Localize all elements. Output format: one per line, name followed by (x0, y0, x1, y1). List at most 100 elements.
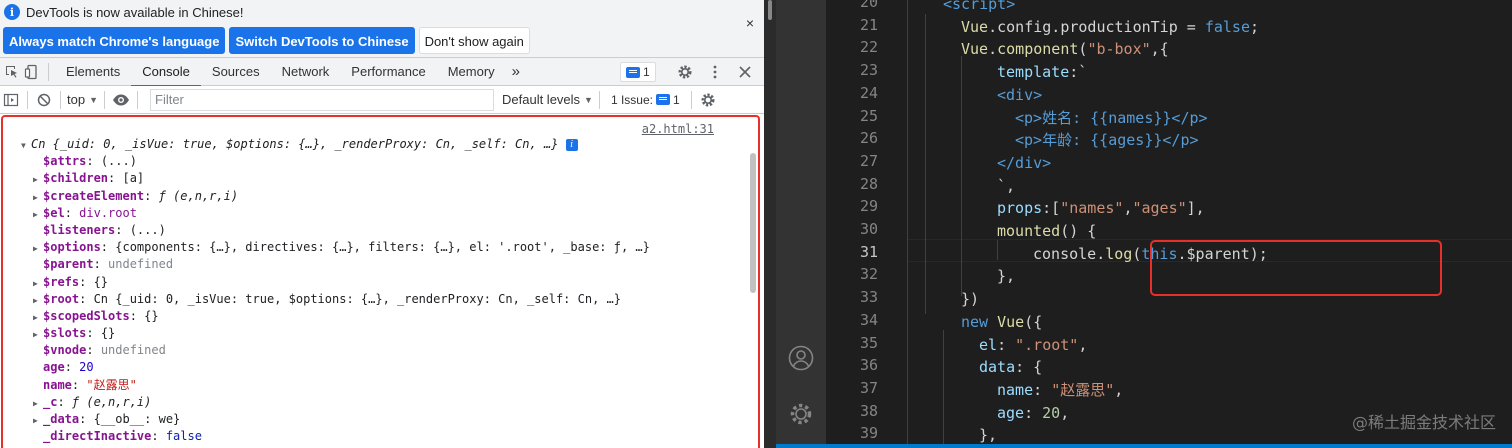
line-number: 25 (859, 106, 878, 125)
line-number: 39 (859, 424, 878, 443)
messages-badge[interactable]: 1 (620, 62, 656, 82)
code-line[interactable]: }, (997, 265, 1015, 288)
property-value: [a] (122, 171, 145, 186)
collapsed-triangle-icon[interactable]: ▶ (33, 292, 43, 309)
source-link[interactable]: a2.html:31 (642, 122, 714, 136)
gear-icon[interactable] (675, 62, 695, 82)
collapsed-triangle-icon[interactable]: ▶ (33, 395, 43, 412)
code-line[interactable]: console.log(this.$parent); (1033, 243, 1268, 266)
clear-console-icon[interactable] (34, 90, 54, 110)
code-area[interactable]: <script> Vue.config.productionTip = false… (907, 0, 1512, 448)
tab-performance[interactable]: Performance (340, 58, 436, 86)
devtools-tabbar: Elements Console Sources Network Perform… (0, 58, 764, 87)
code-line[interactable]: data: { (979, 356, 1042, 379)
infobar-close-icon[interactable]: × (746, 15, 754, 31)
code-line[interactable]: name: "赵露思", (997, 379, 1123, 402)
manage-gear-icon[interactable] (788, 401, 814, 427)
collapsed-triangle-icon[interactable]: ▶ (33, 189, 43, 206)
collapsed-triangle-icon[interactable]: ▶ (33, 240, 43, 257)
object-header[interactable]: ▼ Cn {_uid: 0, _isVue: true, $options: {…… (19, 136, 650, 153)
collapsed-triangle-icon[interactable]: ▶ (33, 309, 43, 326)
console-property-row[interactable]: ▶ $el: div.root (19, 205, 650, 222)
property-colon: : (57, 394, 72, 409)
chevron-down-icon: ▼ (89, 94, 98, 105)
code-line[interactable]: template:` (997, 61, 1087, 84)
property-value: Cn {_uid: 0, _isVue: true, $options: {…}… (93, 291, 621, 306)
code-line[interactable]: <p>年龄: {{ages}}</p> (1015, 129, 1199, 152)
sidebar-toggle-icon[interactable] (1, 90, 21, 110)
info-icon[interactable]: i (565, 138, 578, 151)
property-value: {__ob__: we} (93, 412, 181, 426)
console-output-highlight: a2.html:31 ▼ Cn {_uid: 0, _isVue: true, $… (1, 115, 760, 448)
device-toggle-icon[interactable] (22, 62, 42, 82)
code-line[interactable]: `, (997, 175, 1015, 198)
collapsed-triangle-icon[interactable]: ▶ (33, 206, 43, 223)
console-property-row[interactable]: ▶ $scopedSlots: {} (19, 308, 650, 325)
account-icon[interactable] (788, 345, 814, 371)
console-property-row[interactable]: ▶ _c: ƒ (e,n,r,i) (19, 394, 650, 411)
divider-grip[interactable] (768, 0, 772, 20)
tab-elements[interactable]: Elements (55, 58, 131, 86)
tab-network[interactable]: Network (271, 58, 341, 86)
always-match-language-button[interactable]: Always match Chrome's language (3, 27, 226, 54)
code-line[interactable]: props:["names","ages"], (997, 197, 1205, 220)
property-key: $parent (43, 257, 94, 272)
console-property-row[interactable]: ▶ $options: {components: {…}, directives:… (19, 239, 650, 256)
collapsed-triangle-icon[interactable]: ▶ (33, 275, 43, 292)
property-key: _c (43, 394, 58, 409)
code-line[interactable]: el: ".root", (979, 334, 1087, 357)
code-line[interactable]: <script> (943, 0, 1015, 16)
code-line[interactable]: age: 20, (997, 402, 1069, 425)
line-number: 24 (859, 83, 878, 102)
context-selector[interactable]: top ▼ (67, 92, 98, 107)
more-tabs-button[interactable]: » (506, 58, 526, 86)
collapsed-triangle-icon[interactable]: ▶ (33, 326, 43, 343)
code-line[interactable]: <p>姓名: {{names}}</p> (1015, 107, 1208, 130)
close-icon[interactable] (735, 62, 755, 82)
message-icon (626, 66, 640, 78)
code-line[interactable]: <div> (997, 84, 1042, 107)
code-line[interactable]: </div> (997, 152, 1051, 175)
pane-divider[interactable] (764, 0, 776, 448)
eye-icon[interactable] (111, 90, 131, 110)
console-scrollbar[interactable] (748, 119, 756, 319)
console-property-row[interactable]: ▶ $createElement: ƒ (e,n,r,i) (19, 188, 650, 205)
line-number: 33 (859, 288, 878, 307)
property-key: name (43, 377, 72, 392)
code-line[interactable]: Vue.component("b-box",{ (961, 38, 1169, 61)
code-line[interactable]: new Vue({ (961, 311, 1042, 334)
code-line[interactable]: Vue.config.productionTip = false; (961, 16, 1259, 39)
messages-count: 1 (643, 65, 650, 79)
issues-button[interactable]: 1 Issue: 1 (606, 90, 685, 110)
console-property-row[interactable]: ▶ $children: [a] (19, 170, 650, 187)
object-summary: Cn {_uid: 0, _isVue: true, $options: {…}… (31, 137, 559, 151)
console-property-row[interactable]: ▶ $slots: {} (19, 325, 650, 342)
log-levels-dropdown[interactable]: Default levels ▼ (502, 92, 593, 107)
context-selector-value: top (67, 92, 86, 107)
line-number: 36 (859, 356, 878, 375)
tab-console[interactable]: Console (131, 58, 201, 87)
console-scrollbar-thumb[interactable] (750, 153, 756, 293)
tab-sources[interactable]: Sources (201, 58, 271, 86)
kebab-menu-icon[interactable] (705, 62, 725, 82)
tab-memory[interactable]: Memory (437, 58, 506, 86)
dont-show-again-button[interactable]: Don't show again (418, 27, 530, 54)
collapsed-triangle-icon[interactable]: ▶ (33, 412, 43, 429)
line-number: 37 (859, 378, 878, 397)
code-line[interactable]: mounted() { (997, 220, 1096, 243)
filter-input[interactable]: Filter (150, 88, 494, 111)
console-property-row[interactable]: ▶ $refs: {} (19, 274, 650, 291)
property-colon: : (86, 154, 101, 169)
indent-guide (925, 14, 926, 314)
console-settings-gear-icon[interactable] (698, 90, 718, 110)
collapsed-triangle-icon[interactable]: ▶ (33, 171, 43, 188)
inspect-icon[interactable] (2, 62, 22, 82)
code-line[interactable]: }) (961, 288, 979, 311)
console-property-row[interactable]: ▶ _data: {__ob__: we} (19, 411, 650, 428)
console-property-row[interactable]: ▶ $root: Cn {_uid: 0, _isVue: true, $opti… (19, 291, 650, 308)
expanded-triangle-icon[interactable]: ▼ (21, 137, 31, 154)
property-colon: : (115, 222, 130, 237)
property-colon: : (86, 326, 101, 341)
filterbar-divider-5 (598, 90, 600, 109)
switch-to-chinese-button[interactable]: Switch DevTools to Chinese (229, 27, 415, 54)
